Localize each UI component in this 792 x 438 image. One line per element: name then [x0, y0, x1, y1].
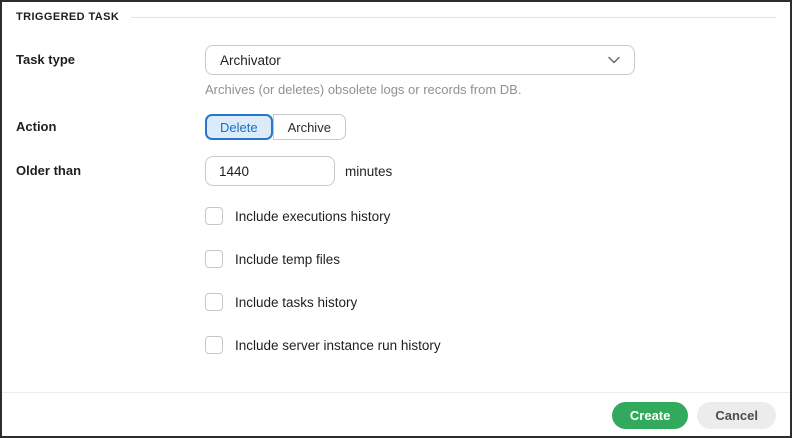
- task-type-label: Task type: [16, 52, 76, 67]
- task-type-help-text: Archives (or deletes) obsolete logs or r…: [205, 82, 522, 97]
- task-type-row: Task type Archivator: [16, 45, 776, 75]
- action-option-delete[interactable]: Delete: [205, 114, 273, 140]
- checkbox-row-temp-files: Include temp files: [16, 250, 776, 268]
- checkbox-row-server-instance-run-history: Include server instance run history: [16, 336, 776, 354]
- task-type-dropdown[interactable]: Archivator: [205, 45, 635, 75]
- create-button[interactable]: Create: [611, 402, 689, 429]
- older-than-input[interactable]: [205, 156, 335, 186]
- executions-history-label[interactable]: Include executions history: [235, 209, 390, 224]
- footer-bar: Create Cancel: [2, 392, 790, 436]
- task-type-value: Archivator: [220, 52, 281, 68]
- action-label: Action: [16, 119, 57, 134]
- older-than-label: Older than: [16, 163, 82, 178]
- task-type-help-row: Archives (or deletes) obsolete logs or r…: [16, 82, 776, 97]
- older-than-unit: minutes: [345, 163, 393, 179]
- action-segmented-control: Delete Archive: [205, 114, 346, 140]
- server-instance-run-history-checkbox[interactable]: [205, 336, 223, 354]
- older-than-row: Older than minutes: [16, 156, 776, 186]
- executions-history-checkbox[interactable]: [205, 207, 223, 225]
- header-divider: [131, 16, 776, 18]
- checkbox-row-executions-history: Include executions history: [16, 207, 776, 225]
- checkbox-row-tasks-history: Include tasks history: [16, 293, 776, 311]
- tasks-history-label[interactable]: Include tasks history: [235, 295, 357, 310]
- temp-files-label[interactable]: Include temp files: [235, 252, 340, 267]
- action-option-archive[interactable]: Archive: [272, 114, 346, 140]
- temp-files-checkbox[interactable]: [205, 250, 223, 268]
- action-row: Action Delete Archive: [16, 114, 776, 140]
- fieldset-header: TRIGGERED TASK: [16, 2, 776, 23]
- chevron-down-icon: [606, 52, 622, 68]
- form-content: TRIGGERED TASK Task type Archivator Arch…: [2, 2, 790, 392]
- tasks-history-checkbox[interactable]: [205, 293, 223, 311]
- triggered-task-panel: TRIGGERED TASK Task type Archivator Arch…: [0, 0, 792, 438]
- panel-title: TRIGGERED TASK: [16, 11, 120, 23]
- server-instance-run-history-label[interactable]: Include server instance run history: [235, 338, 441, 353]
- cancel-button[interactable]: Cancel: [697, 402, 776, 429]
